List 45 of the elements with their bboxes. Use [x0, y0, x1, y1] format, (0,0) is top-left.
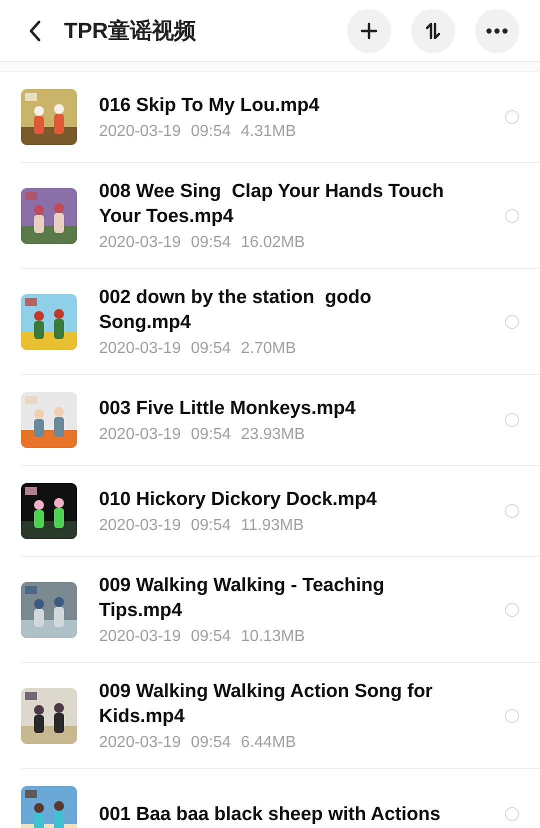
- back-icon[interactable]: [28, 20, 42, 42]
- select-radio[interactable]: [505, 602, 519, 616]
- more-button[interactable]: [475, 8, 519, 52]
- file-name[interactable]: 016 Skip To My Lou.mp4: [99, 93, 451, 118]
- file-time: 09:54: [190, 234, 231, 252]
- file-size: 10.13MB: [240, 628, 305, 646]
- select-radio[interactable]: [505, 504, 519, 518]
- select-radio[interactable]: [505, 413, 519, 427]
- select-radio[interactable]: [505, 807, 519, 821]
- file-name[interactable]: 002 down by the station godo Song.mp4: [99, 285, 451, 335]
- file-size: 6.44MB: [240, 734, 296, 752]
- select-radio[interactable]: [505, 314, 519, 328]
- file-size: 23.93MB: [240, 426, 305, 444]
- file-date: 2020-03-19: [99, 426, 181, 444]
- file-date: 2020-03-19: [99, 340, 181, 358]
- file-size: 16.02MB: [240, 234, 305, 252]
- file-size: 2.70MB: [240, 340, 296, 358]
- file-size: 4.31MB: [240, 123, 296, 141]
- sort-icon: [423, 20, 443, 40]
- file-name[interactable]: 009 Walking Walking - Teaching Tips.mp4: [99, 573, 451, 623]
- select-radio[interactable]: [505, 110, 519, 124]
- file-time: 09:54: [190, 426, 231, 444]
- file-name[interactable]: 008 Wee Sing Clap Your Hands Touch Your Toes.mp4: [99, 179, 451, 229]
- file-time: 09:54: [190, 734, 231, 752]
- file-name[interactable]: 010 Hickory Dickory Dock.mp4: [99, 487, 451, 512]
- file-date: 2020-03-19: [99, 734, 181, 752]
- more-icon: [486, 28, 508, 34]
- plus-icon: [359, 20, 379, 40]
- file-name[interactable]: 009 Walking Walking Action Song for Kids.mp4: [99, 679, 451, 729]
- select-radio[interactable]: [505, 208, 519, 222]
- add-button[interactable]: [347, 8, 391, 52]
- file-date: 2020-03-19: [99, 628, 181, 646]
- file-date: 2020-03-19: [99, 123, 181, 141]
- page-title: TPR童谣视频: [64, 16, 196, 44]
- file-size: 11.93MB: [240, 517, 304, 535]
- file-name[interactable]: 001 Baa baa black sheep with Actions: [99, 802, 451, 826]
- file-name[interactable]: 003 Five Little Monkeys.mp4: [99, 396, 451, 421]
- file-time: 09:54: [190, 340, 231, 358]
- file-time: 09:54: [190, 628, 231, 646]
- select-radio[interactable]: [505, 708, 519, 722]
- file-time: 09:54: [190, 517, 231, 535]
- sort-button[interactable]: [411, 8, 455, 52]
- file-date: 2020-03-19: [99, 234, 181, 252]
- file-date: 2020-03-19: [99, 517, 181, 535]
- file-time: 09:54: [190, 123, 231, 141]
